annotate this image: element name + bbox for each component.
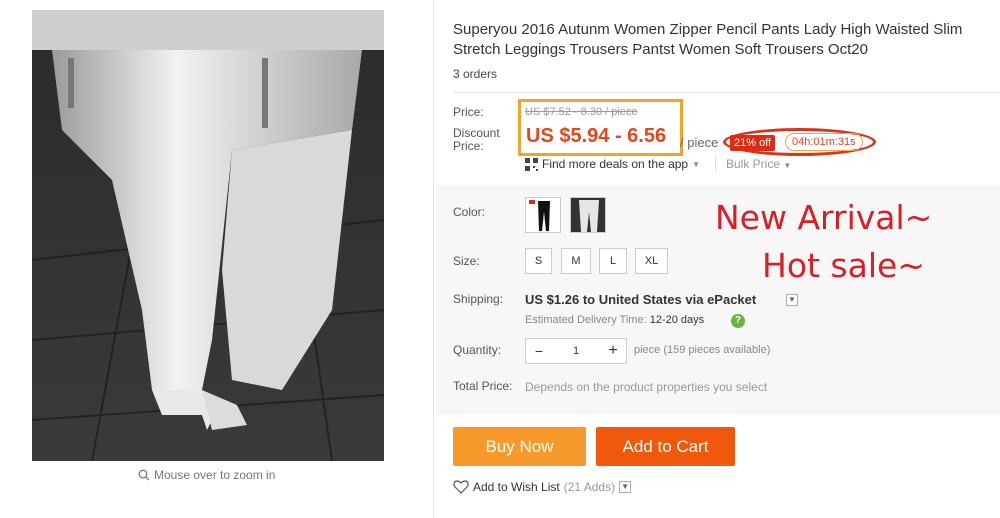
stock-availability: piece (159 pieces available) <box>634 344 771 356</box>
magnifier-icon <box>138 469 150 481</box>
per-piece-unit: / piece <box>680 135 719 150</box>
delivery-estimate: Estimated Delivery Time: 12-20 days <box>525 314 704 326</box>
bulk-price-text: Bulk Price <box>726 157 781 171</box>
color-swatch-white[interactable] <box>570 197 606 233</box>
size-option-xl[interactable]: XL <box>635 248 668 274</box>
product-title: Superyou 2016 Autunm Women Zipper Pencil… <box>453 21 963 58</box>
white-pants-thumbnail <box>571 198 605 232</box>
add-to-cart-button[interactable]: Add to Cart <box>596 427 735 466</box>
wishlist-count: (21 Adds) <box>563 480 616 494</box>
bulk-price-link[interactable]: Bulk Price ▼ <box>715 157 791 171</box>
promo-text-new-arrival: New Arrival~ <box>715 198 933 237</box>
shipping-method[interactable]: US $1.26 to United States via ePacket <box>525 292 756 307</box>
original-price: US $7.52 - 8.30 / piece <box>525 106 638 118</box>
chevron-down-icon[interactable]: ▼ <box>619 481 632 493</box>
quantity-increase-button[interactable]: + <box>600 342 626 360</box>
qr-code-icon <box>525 157 538 171</box>
quantity-input[interactable]: 1 <box>552 345 600 357</box>
chevron-down-icon[interactable]: ▼ <box>786 294 798 306</box>
pants-photo-illustration <box>32 10 384 461</box>
order-count[interactable]: 3 orders <box>453 67 497 81</box>
delivery-estimate-label: Estimated Delivery Time: <box>525 314 647 326</box>
color-label: Color: <box>453 205 486 219</box>
divider <box>453 92 1000 93</box>
help-icon[interactable]: ? <box>731 314 745 328</box>
price-label: Price: <box>453 105 484 119</box>
wishlist-text: Add to Wish List <box>473 480 560 494</box>
heart-plus-icon <box>453 480 469 494</box>
total-price-note: Depends on the product properties you se… <box>525 380 768 394</box>
app-deals-link[interactable]: Find more deals on the app ▼ <box>525 157 700 171</box>
total-price-label: Total Price: <box>453 379 513 393</box>
size-option-s[interactable]: S <box>525 248 552 274</box>
color-swatch-black[interactable] <box>525 197 561 233</box>
discount-badge: 21% off <box>730 135 776 151</box>
chevron-down-icon: ▼ <box>692 159 701 169</box>
quantity-label: Quantity: <box>453 343 502 357</box>
zoom-hint: Mouse over to zoom in <box>138 468 275 482</box>
chevron-down-icon: ▼ <box>783 161 792 170</box>
discount-label-2: Price: <box>453 139 484 153</box>
countdown-timer: 04h:01m:31s <box>785 133 863 151</box>
app-deals-text: Find more deals on the app <box>542 157 689 171</box>
quantity-decrease-button[interactable]: − <box>526 343 552 359</box>
size-label: Size: <box>453 254 480 268</box>
quantity-stepper: − 1 + <box>525 338 627 364</box>
delivery-estimate-value: 12-20 days <box>649 314 705 326</box>
buy-now-button[interactable]: Buy Now <box>453 427 586 466</box>
product-main-image[interactable] <box>32 10 384 461</box>
promo-text-hot-sale: Hot sale~ <box>762 246 925 285</box>
shipping-label: Shipping: <box>453 292 504 306</box>
zoom-hint-text: Mouse over to zoom in <box>154 468 276 482</box>
size-option-l[interactable]: L <box>599 248 627 274</box>
size-option-m[interactable]: M <box>561 248 591 274</box>
black-pants-thumbnail <box>526 198 560 232</box>
wishlist-link[interactable]: Add to Wish List (21 Adds) ▼ <box>453 480 632 494</box>
discount-price: US $5.94 - 6.56 <box>526 125 667 147</box>
